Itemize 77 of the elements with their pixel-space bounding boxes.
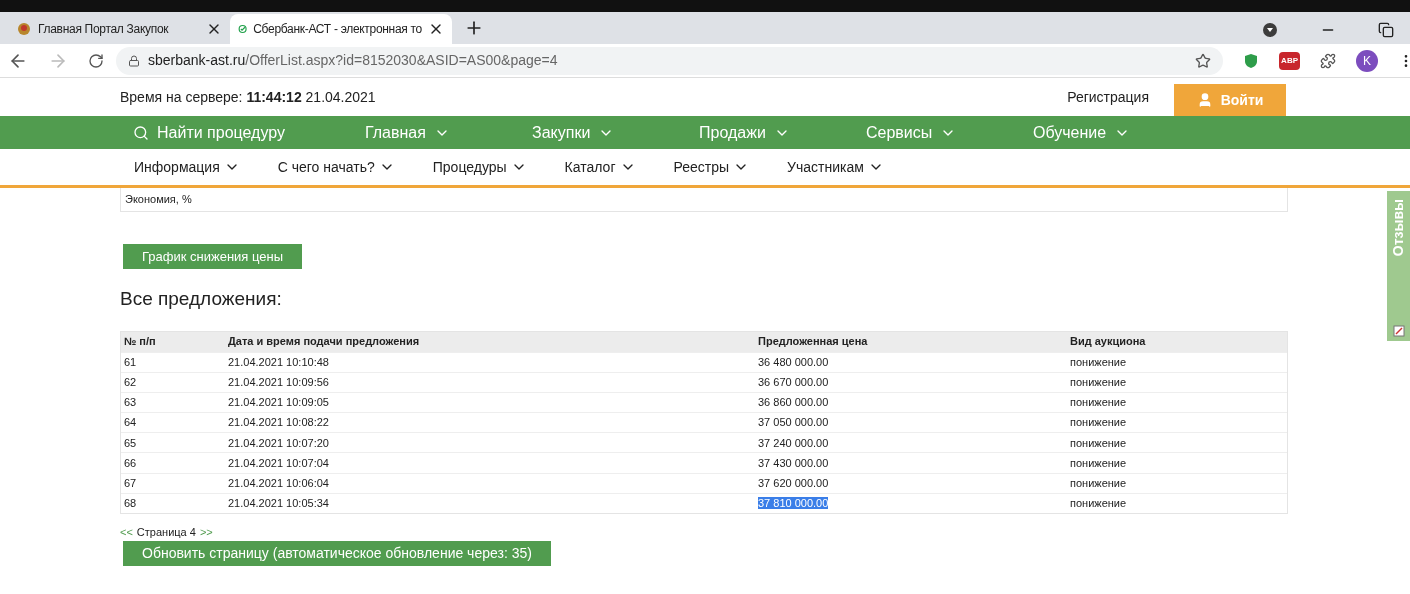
extension-badge[interactable]: ABP (1279, 51, 1300, 70)
sub-nav-item[interactable]: Информация (134, 156, 240, 178)
find-procedure-link[interactable]: Найти процедуру (133, 120, 365, 145)
table-cell: 37 050 000.00 (758, 416, 829, 429)
table-cell-text: 67 (124, 475, 138, 491)
table-cell-text: понижение (1070, 435, 1128, 451)
browser-tab[interactable]: Сбербанк-АСТ - электронная то (230, 14, 452, 44)
table-cell-text: понижение (1070, 475, 1128, 491)
column-header: Предложенная цена (758, 334, 869, 350)
extensions-icon[interactable] (1320, 52, 1336, 69)
sub-nav-item[interactable]: Процедуры (432, 156, 527, 178)
table-cell-text: понижение (1070, 354, 1128, 370)
next-page-link[interactable]: >> (199, 524, 213, 541)
table-cell-text: 21.04.2021 10:07:20 (228, 435, 330, 451)
table-cell: 37 620 000.00 (758, 476, 829, 489)
caret-circle-icon[interactable] (1262, 22, 1278, 38)
price-chart-button[interactable]: График снижения цены (123, 244, 303, 269)
restore-icon[interactable] (1378, 22, 1394, 38)
table-cell-text: 65 (124, 435, 138, 451)
table-cell-text: 63 (124, 395, 138, 411)
table-cell-text: 21.04.2021 10:09:56 (228, 375, 330, 391)
sub-nav-item[interactable]: Участникам (787, 156, 884, 178)
feedback-label: Отзывы (1389, 199, 1407, 257)
nav-menu-item[interactable]: Главная (365, 120, 532, 145)
refresh-button[interactable]: Обновить страницу (автоматическое обновление через: 35) (123, 540, 551, 566)
table-cell-text: 62 (124, 375, 138, 391)
table-cell-text: 68 (124, 496, 138, 512)
reload-icon[interactable] (88, 52, 104, 69)
browser-tab[interactable]: Главная Портал Закупок (8, 14, 230, 44)
url-host: sberbank-ast.ru (148, 51, 246, 70)
table-cell-text: 64 (124, 415, 138, 431)
column-header: № п/п (124, 334, 157, 350)
offers-heading: Все предложения: (120, 287, 283, 311)
edit-icon (1392, 325, 1405, 337)
tab-title: Сбербанк-АСТ - электронная то (253, 21, 422, 38)
table-cell-text: понижение (1070, 375, 1128, 391)
table-cell-text: 21.04.2021 10:09:05 (228, 395, 330, 411)
column-header: Вид аукциона (1070, 334, 1147, 350)
bookmark-star-icon[interactable] (1195, 52, 1212, 69)
table-cell-text: 66 (124, 455, 138, 471)
profile-avatar[interactable]: K (1356, 49, 1378, 72)
table-cell-text: понижение (1070, 455, 1128, 471)
table-cell-text: понижение (1070, 395, 1128, 411)
table-cell: 37 240 000.00 (758, 436, 829, 449)
register-link[interactable]: Регистрация (1067, 86, 1149, 108)
nav-menu-item[interactable]: Сервисы (866, 120, 1033, 145)
table-cell-text: 21.04.2021 10:06:04 (228, 475, 330, 491)
url-path: /OfferList.aspx?id=8152030&ASID=AS00&page=4 (245, 51, 558, 70)
page-label: Страница 4 (136, 525, 196, 540)
table-cell-text: 61 (124, 354, 138, 370)
table-cell-text: понижение (1070, 415, 1128, 431)
emblem-icon (16, 21, 32, 37)
table-cell: 37 810 000.00 (758, 497, 829, 510)
sub-nav-item[interactable]: Каталог (564, 156, 636, 178)
server-time: Время на сервере: 11:44:12 21.04.2021 (120, 87, 376, 107)
shield-icon[interactable] (1243, 52, 1260, 69)
table-cell: 36 480 000.00 (758, 355, 829, 368)
table-cell-text: понижение (1070, 496, 1128, 512)
column-header: Дата и время подачи предложения (228, 334, 421, 350)
nav-menu-item[interactable]: Обучение (1033, 120, 1200, 145)
table-cell: 36 860 000.00 (758, 396, 829, 409)
lock-icon (128, 54, 140, 67)
table-cell: 36 670 000.00 (758, 376, 829, 389)
table-cell-text: 21.04.2021 10:10:48 (228, 354, 330, 370)
sub-nav-item[interactable]: С чего начать? (277, 156, 395, 178)
nav-menu-item[interactable]: Закупки (532, 120, 699, 145)
sub-nav-item[interactable]: Реестры (673, 156, 750, 178)
table-cell-text: 21.04.2021 10:05:34 (228, 496, 330, 512)
table-cell-text: 21.04.2021 10:08:22 (228, 415, 330, 431)
address-bar[interactable]: sberbank-ast.ru/OfferList.aspx?id=8152030&ASID=AS00&page=4 (116, 46, 1224, 75)
tab-title: Главная Портал Закупок (38, 21, 170, 38)
table-cell: 37 430 000.00 (758, 456, 829, 469)
prev-page-link[interactable]: << (120, 524, 133, 541)
table-cell-text: 21.04.2021 10:07:04 (228, 455, 330, 471)
nav-menu-item[interactable]: Продажи (699, 120, 866, 145)
search-icon (133, 124, 149, 141)
summary-label: Экономия, % (125, 192, 192, 208)
